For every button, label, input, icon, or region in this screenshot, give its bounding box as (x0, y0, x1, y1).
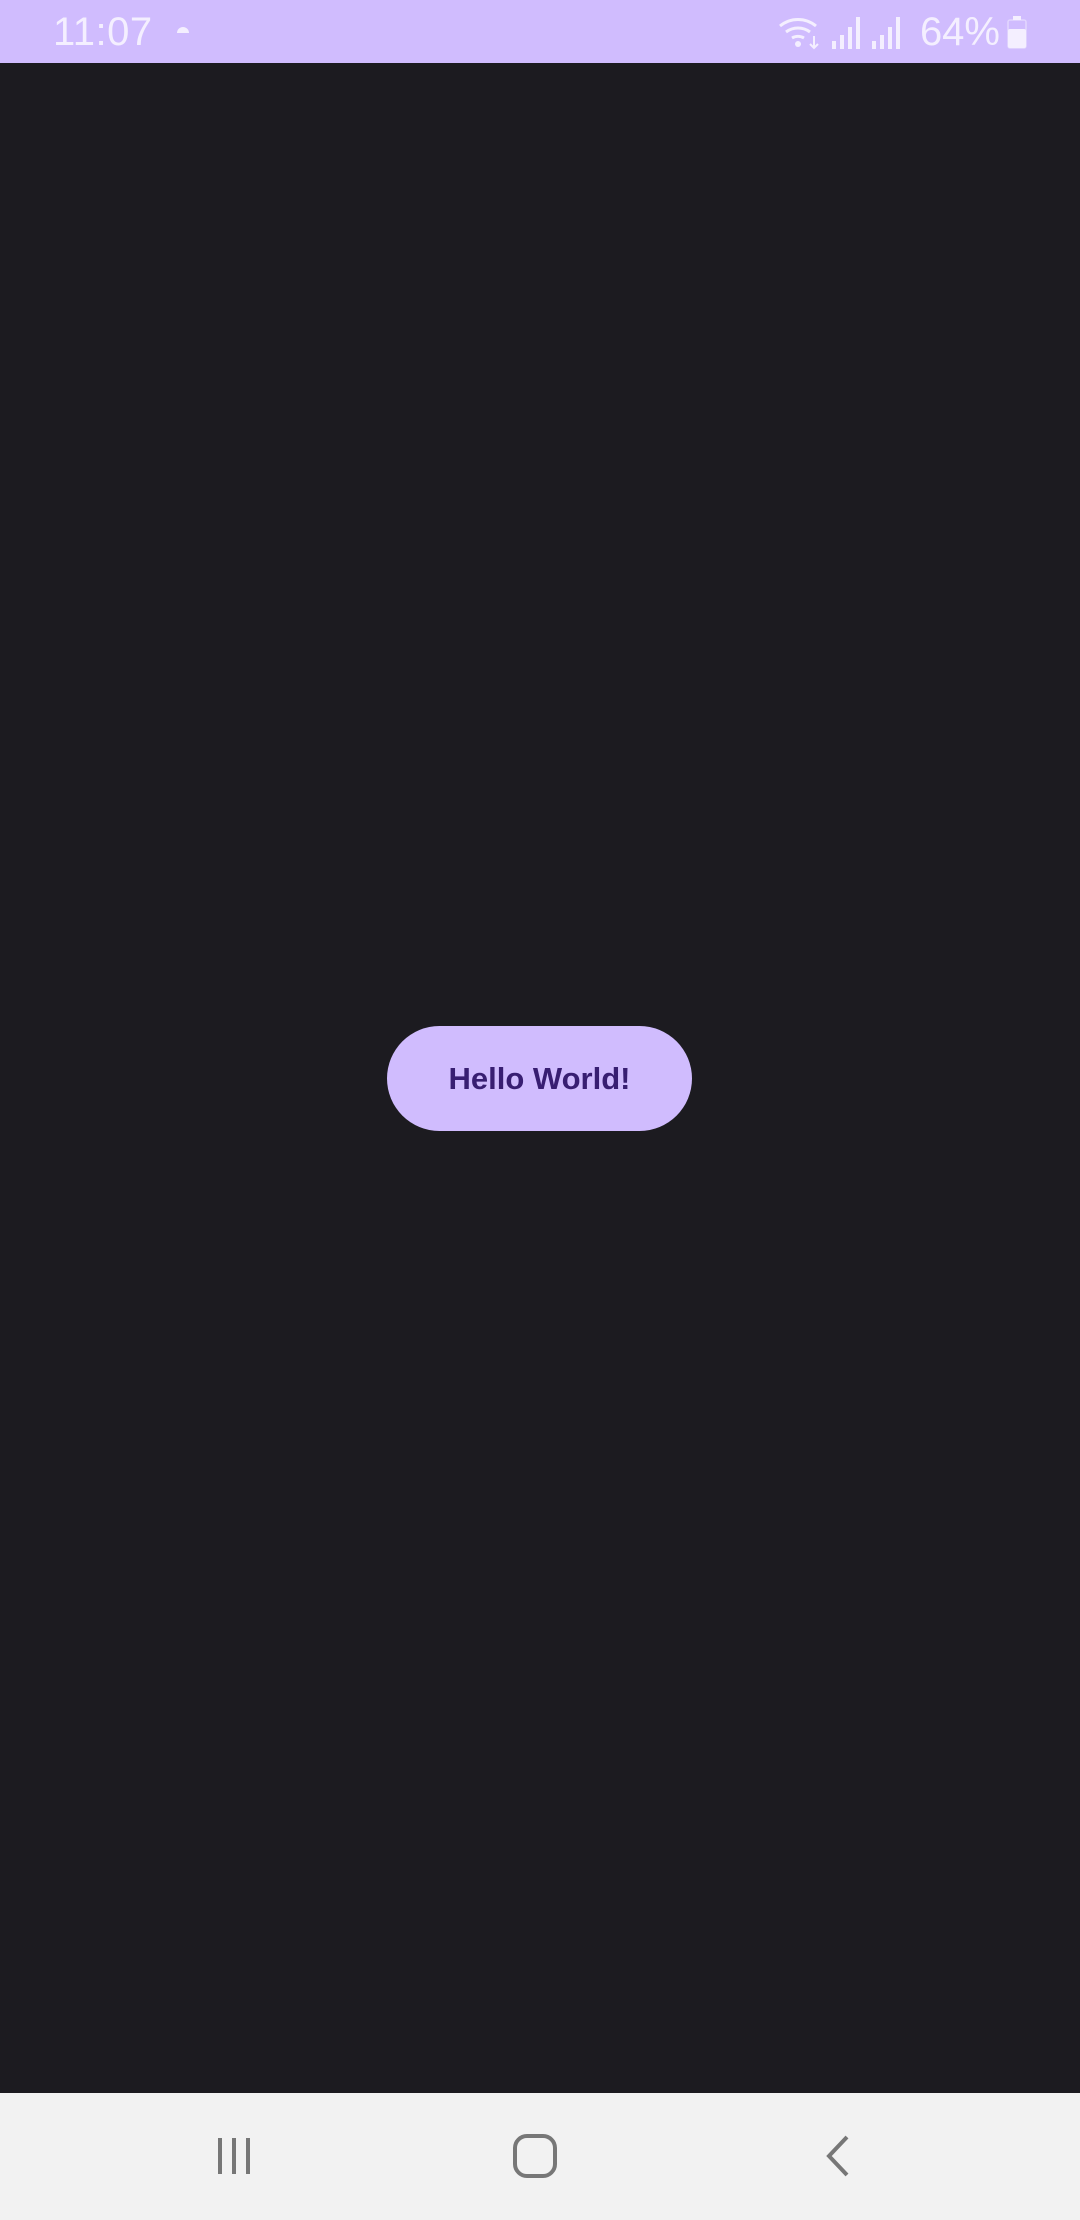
weather-icon (177, 27, 189, 33)
signal-icon (831, 17, 860, 49)
status-bar: 11:07 64% (0, 0, 1080, 63)
hello-world-button[interactable]: Hello World! (387, 1026, 692, 1131)
back-icon (826, 2135, 849, 2177)
status-time: 11:07 (53, 10, 153, 54)
home-icon (513, 2134, 557, 2178)
signal-icon (871, 17, 900, 49)
battery-icon (1007, 16, 1027, 49)
battery-percent: 64% (919, 10, 1000, 54)
recents-icon (218, 2138, 250, 2174)
home-button[interactable] (490, 2121, 580, 2191)
back-button[interactable] (793, 2121, 883, 2191)
status-icons: 64% (778, 10, 1028, 54)
wifi-icon (778, 18, 819, 50)
recents-button[interactable] (189, 2121, 279, 2191)
